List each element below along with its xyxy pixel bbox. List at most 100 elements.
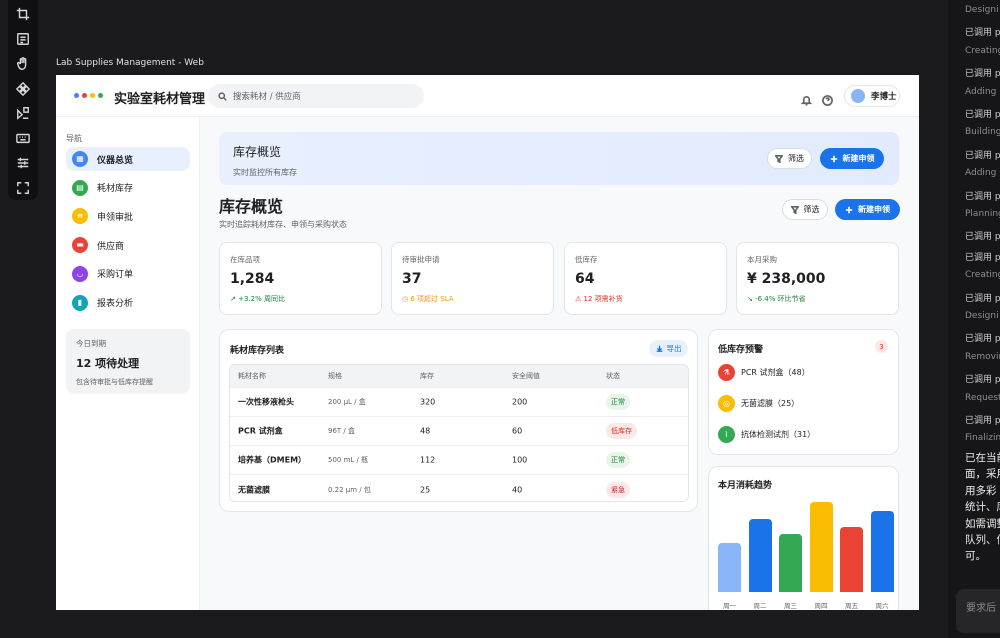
log-line: Adding <box>965 86 997 97</box>
low-stock-alert-card: 低库存预警 3 ⚗ PCR 试剂盒（48） ◎ 无菌滤膜（25） ⌇ 抗体检测试剂（31） <box>708 329 899 455</box>
kpi-label: 待审批申请 <box>402 255 440 264</box>
user-name: 李博士 <box>871 92 897 102</box>
bar-label: 周五 <box>845 602 858 610</box>
window-title: Lab Supplies Management - Web <box>56 58 204 68</box>
col-stock: 库存 <box>420 372 434 380</box>
cell-stock: 320 <box>420 397 436 407</box>
banner-filter-label: 筛选 <box>788 154 804 163</box>
banner-filter-button[interactable]: 筛选 <box>767 148 812 169</box>
nav-heading: 导航 <box>66 134 82 143</box>
kpi-delta-icon: ↗ <box>230 295 239 303</box>
hand-tool-icon[interactable] <box>14 55 32 73</box>
alerts-title: 低库存预警 <box>718 345 764 355</box>
app-window: 实验室耗材管理 搜索耗材 / 供应商 李博士 导航 ▦ 仪器总览 ▤ 耗材库存 ≡ 申领审… <box>56 75 919 610</box>
new-request-button[interactable]: 新建申领 <box>835 199 900 220</box>
table-row[interactable]: 无菌滤膜 0.22 µm / 包 25 40 紧急 <box>230 475 688 501</box>
sidebar-item-0[interactable]: ▦ 仪器总览 <box>66 147 190 171</box>
status-badge: 正常 <box>606 452 630 468</box>
cell-threshold: 100 <box>512 455 528 465</box>
grid-icon: ▦ <box>72 151 88 167</box>
expand-tool-icon[interactable] <box>14 179 32 197</box>
plus-icon <box>830 155 837 162</box>
table-row[interactable]: 一次性移液枪头 200 µL / 盒 320 200 正常 <box>230 388 688 417</box>
page-subtitle: 实时追踪耗材库存、申领与采购状态 <box>219 220 347 229</box>
alert-label: 无菌滤膜（25） <box>741 399 800 408</box>
keyboard-tool-icon[interactable] <box>14 129 32 147</box>
component-tool-icon[interactable] <box>14 80 32 98</box>
sidebar-item-1[interactable]: ▤ 耗材库存 <box>66 176 190 200</box>
sidebar-item-5[interactable]: ▮ 报表分析 <box>66 291 190 315</box>
alert-item[interactable]: ⚗ PCR 试剂盒（48） <box>718 364 810 381</box>
avatar <box>851 89 865 103</box>
bar-1 <box>748 518 772 592</box>
filter-button[interactable]: 筛选 <box>782 199 828 220</box>
log-line: Designi <box>965 5 999 15</box>
flask-icon: ⚗ <box>718 364 735 381</box>
banner-new-label: 新建申领 <box>842 154 875 163</box>
export-button[interactable]: 导出 <box>649 340 688 357</box>
assistant-message-line: 面，采用 <box>965 468 1000 481</box>
cell-spec: 200 µL / 盒 <box>328 398 366 406</box>
bar-2 <box>779 533 802 592</box>
log-line: 已调用 p <box>965 334 1000 345</box>
cart-icon: ◡ <box>72 265 88 282</box>
sidebar-item-4[interactable]: ◡ 采购订单 <box>66 262 190 286</box>
kpi-delta-icon: ↘ <box>747 295 756 303</box>
col-threshold: 安全阈值 <box>512 372 540 380</box>
kpi-delta: ↗ +3.2% 周同比 <box>230 294 371 304</box>
adjust-tool-icon[interactable] <box>14 154 32 172</box>
kpi-value: ¥ 238,000 <box>747 271 826 287</box>
shapes-tool-icon[interactable] <box>14 105 32 123</box>
crop-tool-icon[interactable] <box>14 6 32 24</box>
assistant-message-line: 可。 <box>965 550 986 563</box>
kpi-delta: ↘ -6.4% 环比节省 <box>747 294 888 304</box>
brand-logo <box>74 93 103 98</box>
bar-3 <box>809 502 833 592</box>
bell-icon[interactable] <box>800 91 813 106</box>
search-icon <box>218 91 227 101</box>
log-line: Creating <box>965 270 1000 281</box>
kpi-card: 本月采购 ¥ 238,000 ↘ -6.4% 环比节省 <box>736 242 899 315</box>
table-row[interactable]: 培养基（DMEM） 500 mL / 瓶 112 100 正常 <box>230 446 688 475</box>
log-line: 已调用 p <box>965 375 1000 386</box>
bar-label: 周六 <box>875 602 889 610</box>
assistant-input-placeholder: 要求后 <box>966 603 996 614</box>
sidebar-item-2[interactable]: ≡ 申领审批 <box>66 204 190 228</box>
assistant-message-line: 已在当前 <box>965 452 1000 464</box>
log-line: 已调用 p <box>965 252 1000 263</box>
chart-icon: ▮ <box>72 294 88 311</box>
assistant-panel: Designi 已调用 p Creating 已调用 p Adding 已调用 p Buil… <box>948 0 1000 638</box>
kpi-delta-text: 12 项需补货 <box>583 295 623 303</box>
filter-icon <box>790 205 799 214</box>
kpi-delta: ◷ 6 项超过 SLA <box>402 294 543 304</box>
assistant-message-line: 统计、库 <box>965 501 1000 514</box>
log-line: 已调用 p <box>965 28 1000 39</box>
inventory-table: 耗材名称 规格 库存 安全阈值 状态 一次性移液枪头 200 µL / 盒 320 2… <box>229 364 689 502</box>
alert-item[interactable]: ⌇ 抗体检测试剂（31） <box>718 426 815 443</box>
alert-label: 抗体检测试剂（31） <box>741 430 816 439</box>
kpi-label: 在库品项 <box>230 255 260 264</box>
kpi-card: 待审批申请 37 ◷ 6 项超过 SLA <box>391 242 554 315</box>
user-menu[interactable]: 李博士 <box>844 85 900 107</box>
log-line: Building <box>965 127 1000 138</box>
alert-item[interactable]: ◎ 无菌滤膜（25） <box>718 395 799 412</box>
note-tool-icon[interactable] <box>14 30 32 48</box>
sidebar-item-3[interactable]: ▬ 供应商 <box>66 233 190 257</box>
sidebar-item-label: 耗材库存 <box>97 184 134 195</box>
log-line: Removin <box>965 351 1000 362</box>
left-toolbar <box>8 0 38 200</box>
kpi-value: 37 <box>402 271 422 287</box>
log-line: 已调用 p <box>965 232 1000 243</box>
log-line: Planning <box>965 209 1000 219</box>
inventory-title: 耗材库存列表 <box>230 346 285 356</box>
banner-new-request-button[interactable]: 新建申领 <box>820 148 884 169</box>
bar-label: 周四 <box>814 602 828 610</box>
table-row[interactable]: PCR 试剂盒 96T / 盒 48 60 低库存 <box>230 417 688 446</box>
log-line: Creating <box>965 45 1000 56</box>
bar-chart: 周一 周二 周三 周四 周五 周六 <box>709 467 900 610</box>
assistant-input[interactable]: 要求后 <box>956 589 1000 633</box>
log-line: 已调用 p <box>965 110 1000 120</box>
page-title: 库存概览 <box>219 197 284 216</box>
search-input[interactable]: 搜索耗材 / 供应商 <box>208 84 424 108</box>
help-icon[interactable] <box>822 91 833 106</box>
